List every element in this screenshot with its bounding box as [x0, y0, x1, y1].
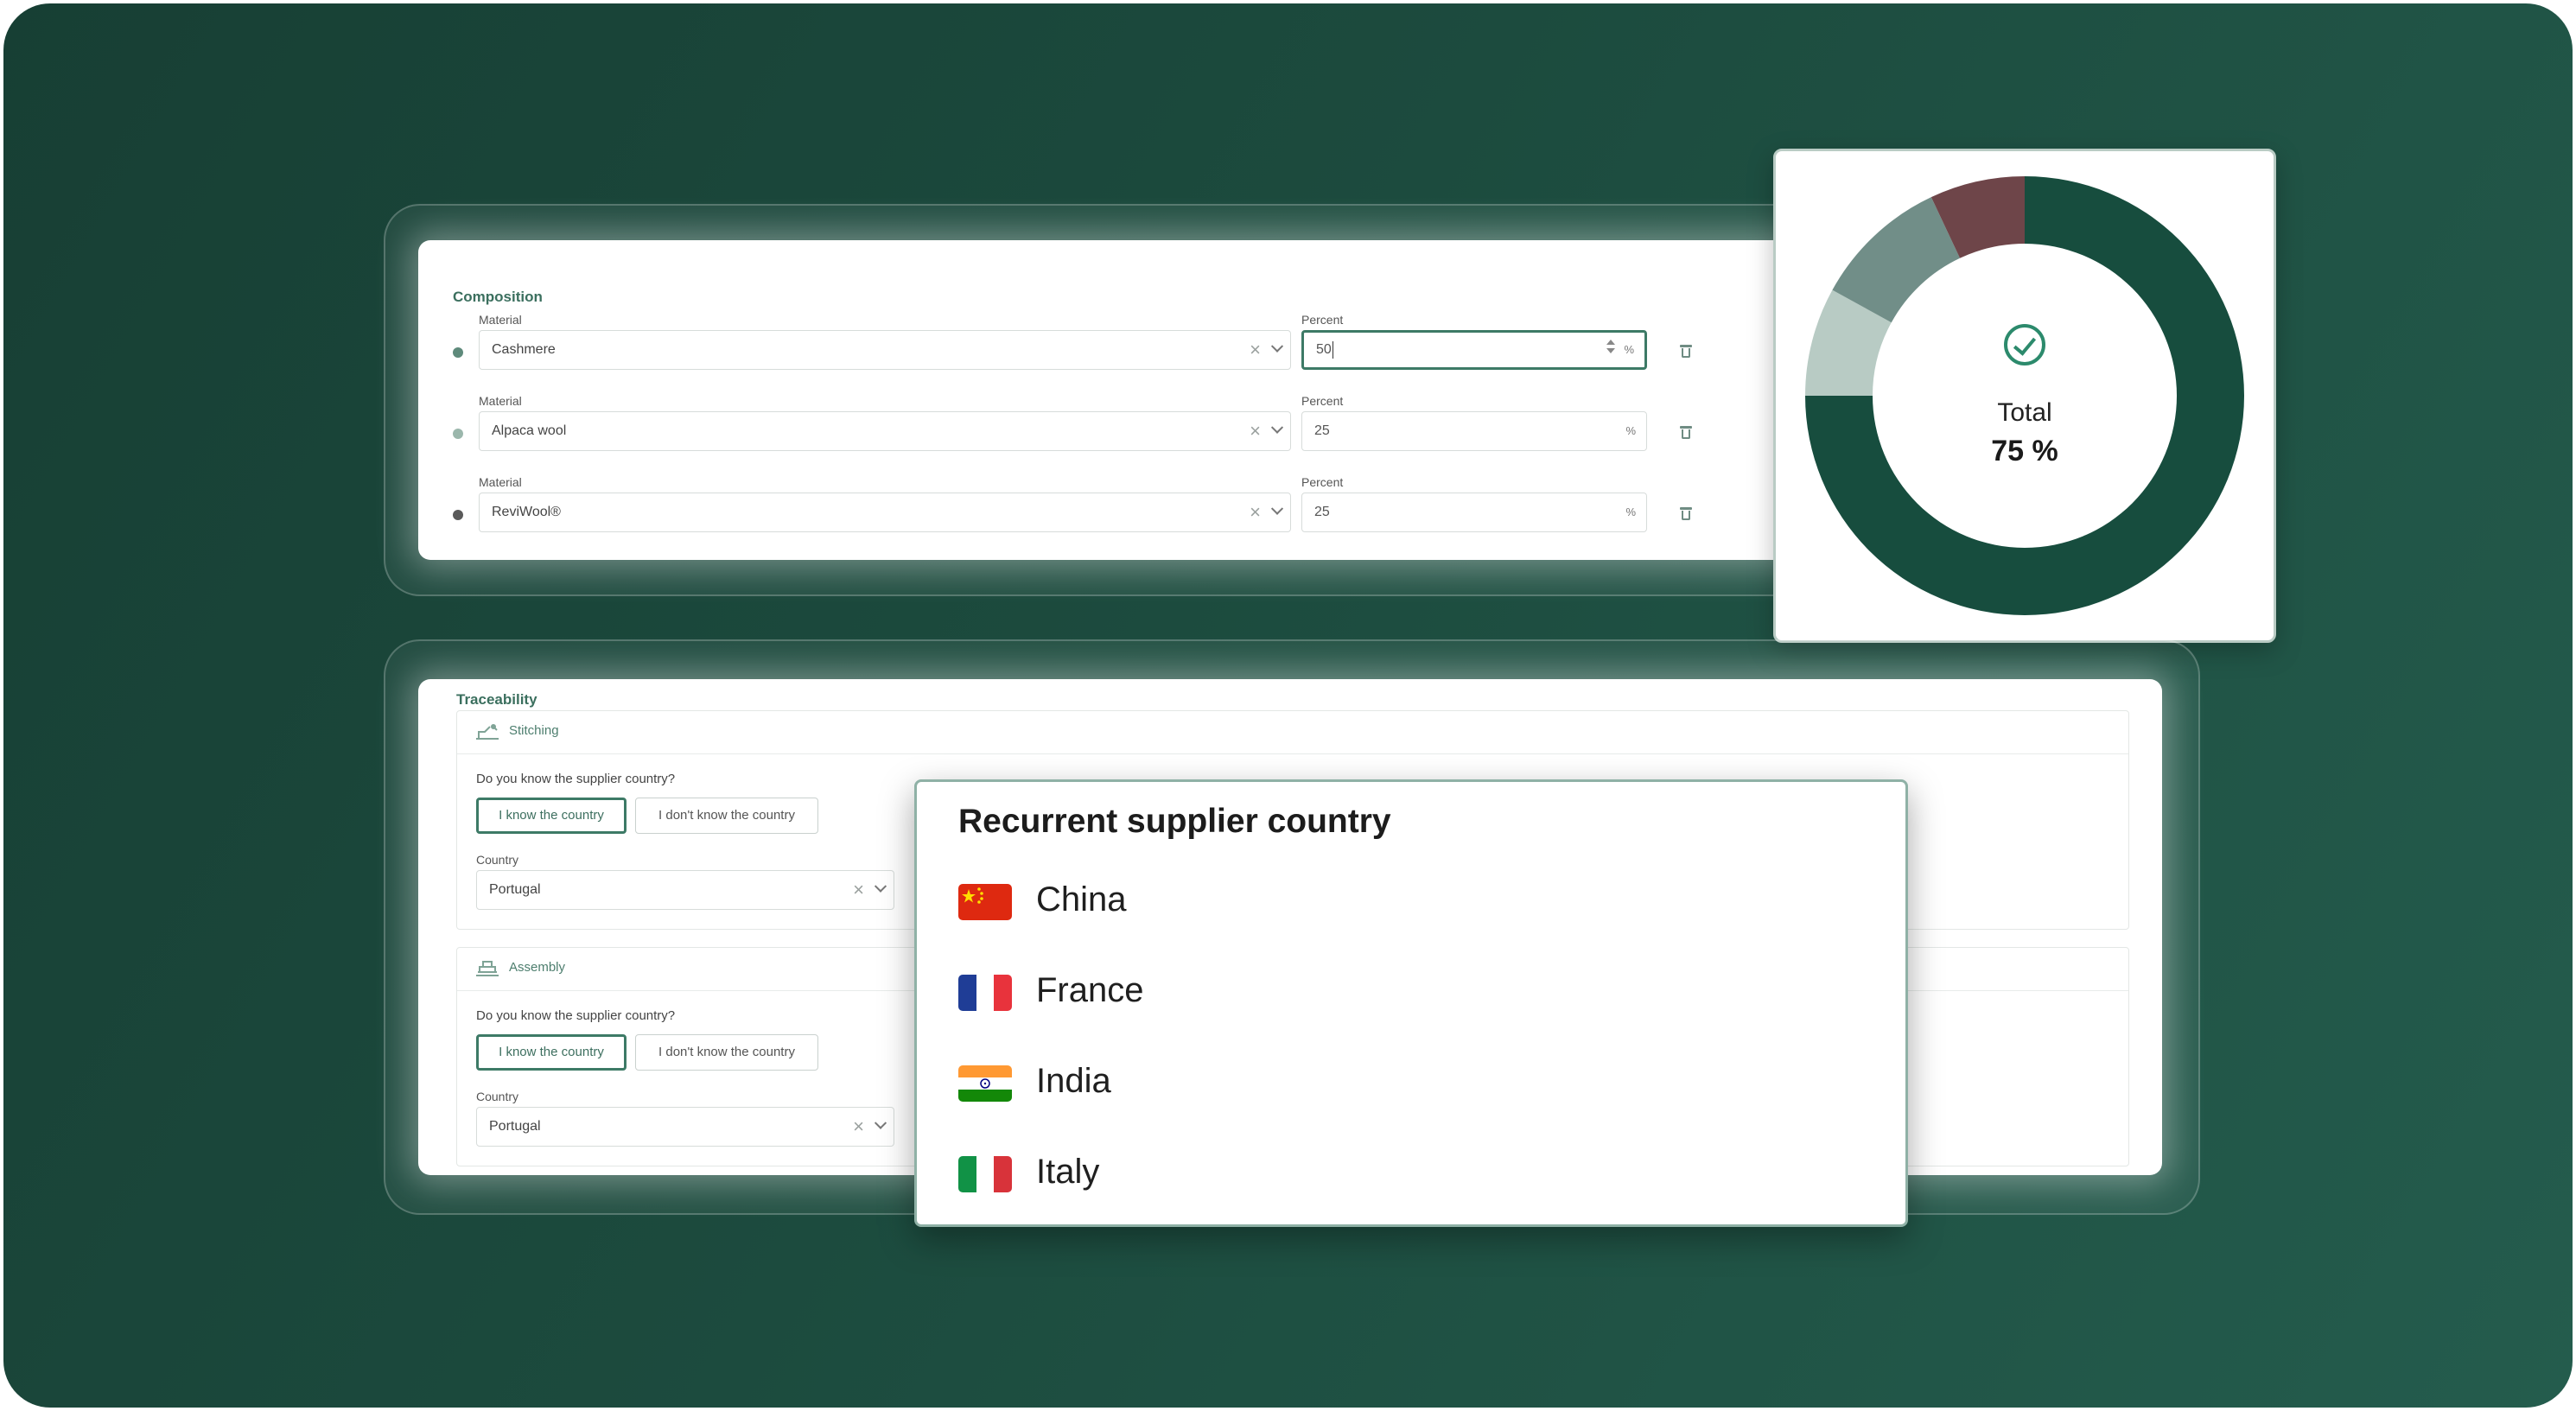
- country-label: Country: [476, 853, 519, 867]
- material-color-dot: [453, 510, 463, 520]
- total-value: 75 %: [1991, 435, 2058, 467]
- percent-unit: %: [1625, 505, 1636, 518]
- step-name: Assembly: [509, 960, 566, 975]
- material-color-dot: [453, 347, 463, 358]
- composition-title: Composition: [453, 289, 543, 305]
- country-value: Portugal: [489, 1119, 541, 1134]
- know-country-button[interactable]: I know the country: [476, 1034, 627, 1071]
- supplier-question: Do you know the supplier country?: [476, 772, 676, 786]
- traceability-title: Traceability: [456, 691, 537, 708]
- material-color-dot: [453, 429, 463, 439]
- country-option-china[interactable]: China: [958, 875, 1822, 927]
- know-country-button[interactable]: I know the country: [476, 798, 627, 834]
- france-flag-icon: [958, 975, 1012, 1011]
- country-name: India: [1036, 1062, 1111, 1100]
- dropdown-title: Recurrent supplier country: [958, 803, 1391, 840]
- material-value: Cashmere: [492, 342, 556, 357]
- material-value: Alpaca wool: [492, 423, 567, 438]
- percent-input[interactable]: 25 %: [1301, 493, 1647, 532]
- step-name: Stitching: [509, 723, 559, 738]
- clear-icon[interactable]: ×: [1250, 421, 1261, 441]
- dont-know-country-button[interactable]: I don't know the country: [635, 798, 818, 834]
- supplier-question: Do you know the supplier country?: [476, 1008, 676, 1023]
- material-label: Material: [479, 313, 522, 327]
- chevron-down-icon[interactable]: [1270, 421, 1284, 434]
- total-donut-card: Total 75 %: [1773, 149, 2276, 643]
- country-name: France: [1036, 971, 1144, 1009]
- india-flag-icon: [958, 1065, 1012, 1102]
- chevron-down-icon[interactable]: [1270, 502, 1284, 515]
- country-label: Country: [476, 1090, 519, 1103]
- country-name: Italy: [1036, 1153, 1100, 1191]
- material-select[interactable]: Alpaca wool ×: [479, 411, 1291, 451]
- percent-value: 50: [1316, 342, 1332, 357]
- stepper-icon[interactable]: [1606, 340, 1615, 353]
- background-stage: Composition Material Cashmere × Percent …: [3, 3, 2573, 1408]
- clear-icon[interactable]: ×: [853, 880, 864, 899]
- country-select[interactable]: Portugal ×: [476, 870, 894, 910]
- composition-row: Material Alpaca wool × Percent 25 %: [418, 391, 1801, 468]
- country-option-india[interactable]: India: [958, 1057, 1822, 1109]
- italy-flag-icon: [958, 1156, 1012, 1192]
- composition-donut-chart: [1805, 176, 2244, 615]
- clear-icon[interactable]: ×: [1250, 502, 1261, 522]
- chevron-down-icon[interactable]: [1270, 340, 1284, 353]
- chevron-down-icon[interactable]: [874, 880, 887, 893]
- percent-input[interactable]: 50 %: [1301, 330, 1647, 370]
- percent-label: Percent: [1301, 475, 1344, 489]
- china-flag-icon: [958, 884, 1012, 920]
- country-select[interactable]: Portugal ×: [476, 1107, 894, 1147]
- supplier-country-dropdown: Recurrent supplier country China France: [914, 779, 1908, 1227]
- material-value: ReviWool®: [492, 505, 561, 519]
- delete-icon[interactable]: [1680, 425, 1692, 439]
- stitching-icon: [476, 724, 499, 740]
- clear-icon[interactable]: ×: [853, 1116, 864, 1136]
- material-select[interactable]: Cashmere ×: [479, 330, 1291, 370]
- material-select[interactable]: ReviWool® ×: [479, 493, 1291, 532]
- clear-icon[interactable]: ×: [1250, 340, 1261, 359]
- assembly-icon: [476, 961, 499, 976]
- material-label: Material: [479, 475, 522, 489]
- percent-input[interactable]: 25 %: [1301, 411, 1647, 451]
- delete-icon[interactable]: [1680, 506, 1692, 520]
- composition-card: Composition Material Cashmere × Percent …: [418, 240, 1801, 560]
- country-name: China: [1036, 880, 1127, 918]
- percent-value: 25: [1314, 423, 1330, 438]
- country-option-italy[interactable]: Italy: [958, 1147, 1822, 1199]
- percent-label: Percent: [1301, 313, 1344, 327]
- country-value: Portugal: [489, 882, 541, 897]
- check-circle-icon: [2004, 324, 2045, 365]
- dont-know-country-button[interactable]: I don't know the country: [635, 1034, 818, 1071]
- total-label: Total: [1997, 398, 2052, 427]
- delete-icon[interactable]: [1680, 344, 1692, 358]
- composition-row: Material Cashmere × Percent 50 %: [418, 309, 1801, 387]
- percent-label: Percent: [1301, 394, 1344, 408]
- percent-unit: %: [1624, 343, 1634, 356]
- country-option-france[interactable]: France: [958, 966, 1822, 1018]
- percent-value: 25: [1314, 505, 1330, 519]
- step-header: Stitching: [457, 711, 2128, 754]
- composition-row: Material ReviWool® × Percent 25 %: [418, 472, 1801, 550]
- chevron-down-icon[interactable]: [874, 1116, 887, 1129]
- material-label: Material: [479, 394, 522, 408]
- percent-unit: %: [1625, 424, 1636, 437]
